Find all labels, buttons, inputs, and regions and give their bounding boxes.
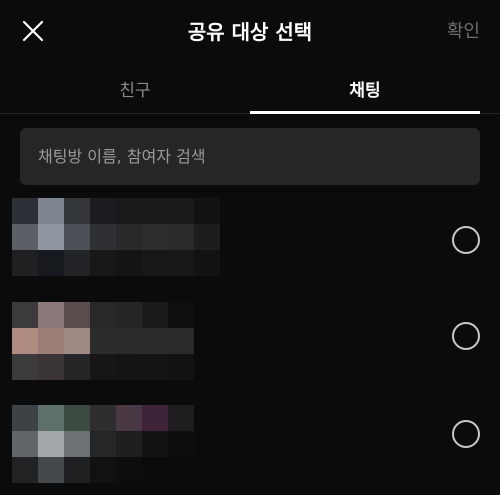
tab-chat[interactable]: 채팅	[250, 62, 480, 114]
select-radio[interactable]	[452, 322, 480, 350]
select-radio[interactable]	[452, 226, 480, 254]
header: 공유 대상 선택 확인	[0, 0, 500, 62]
close-icon	[22, 20, 44, 42]
tab-friends[interactable]: 친구	[20, 62, 250, 114]
chat-room-row[interactable]	[0, 198, 500, 288]
active-tab-indicator	[250, 111, 480, 114]
page-title: 공유 대상 선택	[187, 20, 313, 44]
select-radio[interactable]	[452, 420, 480, 448]
chat-room-avatar-blurred	[12, 198, 220, 276]
chat-room-avatar-blurred	[12, 405, 220, 483]
chat-room-avatar-blurred	[12, 302, 220, 380]
chat-room-row[interactable]	[0, 405, 500, 495]
search-box[interactable]	[20, 128, 480, 185]
chat-room-row[interactable]	[0, 302, 500, 392]
search-input[interactable]	[38, 147, 480, 166]
tab-bar: 친구 채팅	[0, 62, 500, 114]
confirm-button[interactable]: 확인	[447, 17, 480, 43]
close-button[interactable]	[14, 12, 52, 50]
